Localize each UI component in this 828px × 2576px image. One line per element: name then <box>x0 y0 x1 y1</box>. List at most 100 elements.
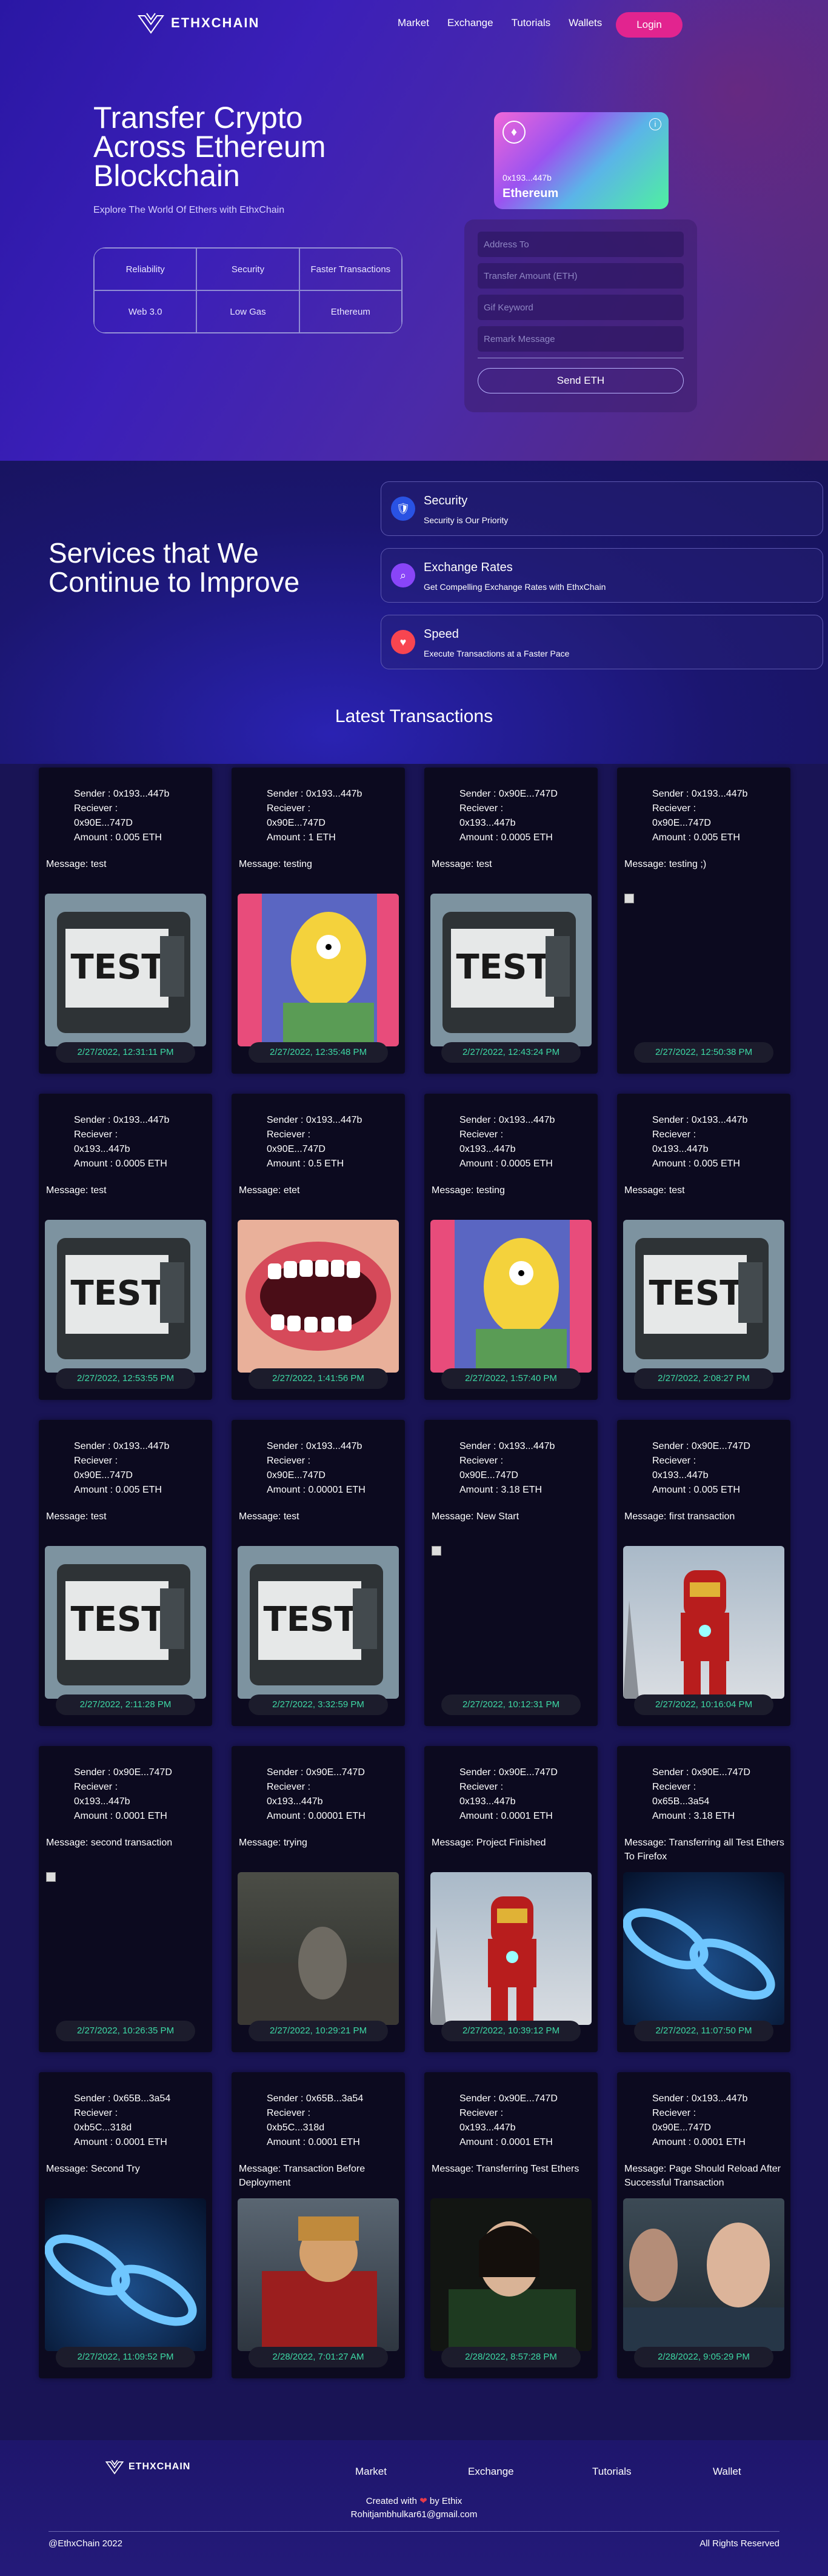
receiver[interactable]: 0x193...447b <box>459 1795 593 1809</box>
receiver[interactable]: 0x193...447b <box>74 1142 207 1157</box>
message: Message: Project Finished <box>432 1838 546 1848</box>
transaction-card: Sender : 0x193...447b Reciever : 0x90E...7… <box>39 1420 212 1726</box>
send-eth-button[interactable]: Send ETH <box>478 368 684 393</box>
amount-input[interactable] <box>478 263 684 289</box>
message: Message: Transferring Test Ethers <box>432 2164 579 2174</box>
gif-image-cartoon <box>430 1220 592 1373</box>
transaction-card: Sender : 0x90E...747D Reciever : 0x193...4… <box>424 1746 598 2052</box>
nav-tutorials[interactable]: Tutorials <box>512 17 551 29</box>
message-input[interactable] <box>478 326 684 352</box>
sender[interactable]: Sender : 0x90E...747D <box>459 787 593 801</box>
service-desc: Execute Transactions at a Faster Pace <box>424 649 570 658</box>
sender[interactable]: Sender : 0x193...447b <box>459 1113 593 1128</box>
sender[interactable]: Sender : 0x90E...747D <box>459 1765 593 1780</box>
footer-link-tutorials[interactable]: Tutorials <box>592 2466 632 2478</box>
sender[interactable]: Sender : 0x90E...747D <box>74 1765 207 1780</box>
sender[interactable]: Sender : 0x90E...747D <box>267 1765 400 1780</box>
transaction-meta: Sender : 0x193...447b Reciever :0x90E...7… <box>267 1113 400 1171</box>
amount: Amount : 0.0005 ETH <box>459 1159 553 1169</box>
transaction-meta: Sender : 0x193...447b Reciever : 0x193...4… <box>74 1113 207 1171</box>
receiver[interactable]: 0xb5C...318d <box>74 2121 207 2135</box>
message: Message: trying <box>239 1838 307 1848</box>
gif-keyword-input[interactable] <box>478 295 684 320</box>
sender[interactable]: Sender : 0x193...447b <box>267 1439 400 1454</box>
receiver-label: Reciever : <box>459 1129 504 1140</box>
search-icon: ⌕ <box>391 563 415 587</box>
message: Message: Page Should Reload After Succes… <box>624 2164 781 2188</box>
broken-image-icon <box>432 1546 441 1556</box>
message: Message: test <box>46 859 107 869</box>
message: Message: Second Try <box>46 2164 140 2174</box>
sender[interactable]: Sender : 0x65B...3a54 <box>74 2092 207 2106</box>
receiver[interactable]: 0x90E...747D <box>652 816 786 831</box>
receiver[interactable]: 0x90E...747D <box>267 816 400 831</box>
sender[interactable]: Sender : 0x193...447b <box>74 1113 207 1128</box>
sender[interactable]: Sender : 0x90E...747D <box>652 1439 786 1454</box>
receiver[interactable]: 0x90E...747D <box>267 1142 400 1157</box>
receiver[interactable]: 0x193...447b <box>652 1468 786 1483</box>
nav-wallets[interactable]: Wallets <box>569 17 602 29</box>
message: Message: test <box>46 1185 107 1196</box>
timestamp: 2/27/2022, 10:29:21 PM <box>249 2021 388 2041</box>
svg-text:TEST: TEST <box>71 1600 165 1639</box>
sender[interactable]: Sender : 0x193...447b <box>74 1439 207 1454</box>
nav-exchange[interactable]: Exchange <box>447 17 493 29</box>
sender[interactable]: Sender : 0x193...447b <box>652 1113 786 1128</box>
send-form: Send ETH <box>464 219 697 412</box>
receiver-label: Reciever : <box>459 803 504 814</box>
receiver[interactable]: 0x90E...747D <box>652 2121 786 2135</box>
receiver[interactable]: 0xb5C...318d <box>267 2121 400 2135</box>
amount: Amount : 0.5 ETH <box>267 1159 344 1169</box>
sender[interactable]: Sender : 0x90E...747D <box>459 2092 593 2106</box>
transaction-meta: Sender : 0x193...447b Reciever :0x90E...7… <box>652 787 786 845</box>
amount: Amount : 0.005 ETH <box>74 832 162 843</box>
amount: Amount : 0.0005 ETH <box>459 832 553 843</box>
sender[interactable]: Sender : 0x193...447b <box>267 787 400 801</box>
sender[interactable]: Sender : 0x193...447b <box>652 2092 786 2106</box>
amount: Amount : 0.0005 ETH <box>74 1159 167 1169</box>
gif-image-chain <box>45 2198 206 2351</box>
sender[interactable]: Sender : 0x65B...3a54 <box>267 2092 400 2106</box>
address-to-input[interactable] <box>478 232 684 257</box>
footer-link-wallet[interactable]: Wallet <box>713 2466 741 2478</box>
hero-subtitle: Explore The World Of Ethers with EthxCha… <box>93 205 285 215</box>
message: Message: testing <box>239 859 312 869</box>
transaction-meta: Sender : 0x193...447b Reciever :0x90E...7… <box>74 787 207 845</box>
transaction-meta: Sender : 0x90E...747D Reciever : 0x193...4… <box>459 2092 593 2150</box>
footer-rights: All Rights Reserved <box>699 2538 780 2549</box>
transaction-meta: Sender : 0x90E...747D Reciever : 0x193...4… <box>459 787 593 845</box>
transaction-card: Sender : 0x193...447b Reciever : 0x90E...7… <box>39 768 212 1074</box>
sender[interactable]: Sender : 0x90E...747D <box>652 1765 786 1780</box>
receiver[interactable]: 0x193...447b <box>652 1142 786 1157</box>
receiver[interactable]: 0x90E...747D <box>74 816 207 831</box>
receiver[interactable]: 0x193...447b <box>267 1795 400 1809</box>
sender[interactable]: Sender : 0x193...447b <box>267 1113 400 1128</box>
service-card-speed: ♥ Speed Execute Transactions at a Faster… <box>381 615 823 669</box>
sender[interactable]: Sender : 0x193...447b <box>652 787 786 801</box>
receiver[interactable]: 0x193...447b <box>459 816 593 831</box>
login-button[interactable]: Login <box>616 12 683 38</box>
transaction-card: Sender : 0x90E...747D Reciever : 0x193...4… <box>424 2072 598 2378</box>
receiver[interactable]: 0x193...447b <box>459 2121 593 2135</box>
feature-security: Security <box>196 248 299 290</box>
timestamp: 2/28/2022, 9:05:29 PM <box>634 2347 773 2367</box>
service-desc: Get Compelling Exchange Rates with EthxC… <box>424 582 606 592</box>
transaction-meta: Sender : 0x90E...747D Reciever : 0x193...4… <box>74 1765 207 1824</box>
footer-link-exchange[interactable]: Exchange <box>468 2466 514 2478</box>
receiver[interactable]: 0x193...447b <box>74 1795 207 1809</box>
timestamp: 2/27/2022, 11:07:50 PM <box>634 2021 773 2041</box>
sender[interactable]: Sender : 0x193...447b <box>74 787 207 801</box>
nav-market[interactable]: Market <box>398 17 429 29</box>
logo[interactable]: ETHXCHAIN <box>136 11 259 35</box>
receiver[interactable]: 0x90E...747D <box>74 1468 207 1483</box>
receiver[interactable]: 0x65B...3a54 <box>652 1795 786 1809</box>
receiver[interactable]: 0x90E...747D <box>267 1468 400 1483</box>
credit-suffix: by Ethix <box>429 2496 462 2506</box>
svg-text:TEST: TEST <box>649 1274 743 1313</box>
amount: Amount : 0.0001 ETH <box>74 1811 167 1821</box>
receiver[interactable]: 0x90E...747D <box>459 1468 593 1483</box>
sender[interactable]: Sender : 0x193...447b <box>459 1439 593 1454</box>
receiver[interactable]: 0x193...447b <box>459 1142 593 1157</box>
footer-link-market[interactable]: Market <box>355 2466 387 2478</box>
footer-logo[interactable]: ETHXCHAIN <box>104 2458 190 2475</box>
